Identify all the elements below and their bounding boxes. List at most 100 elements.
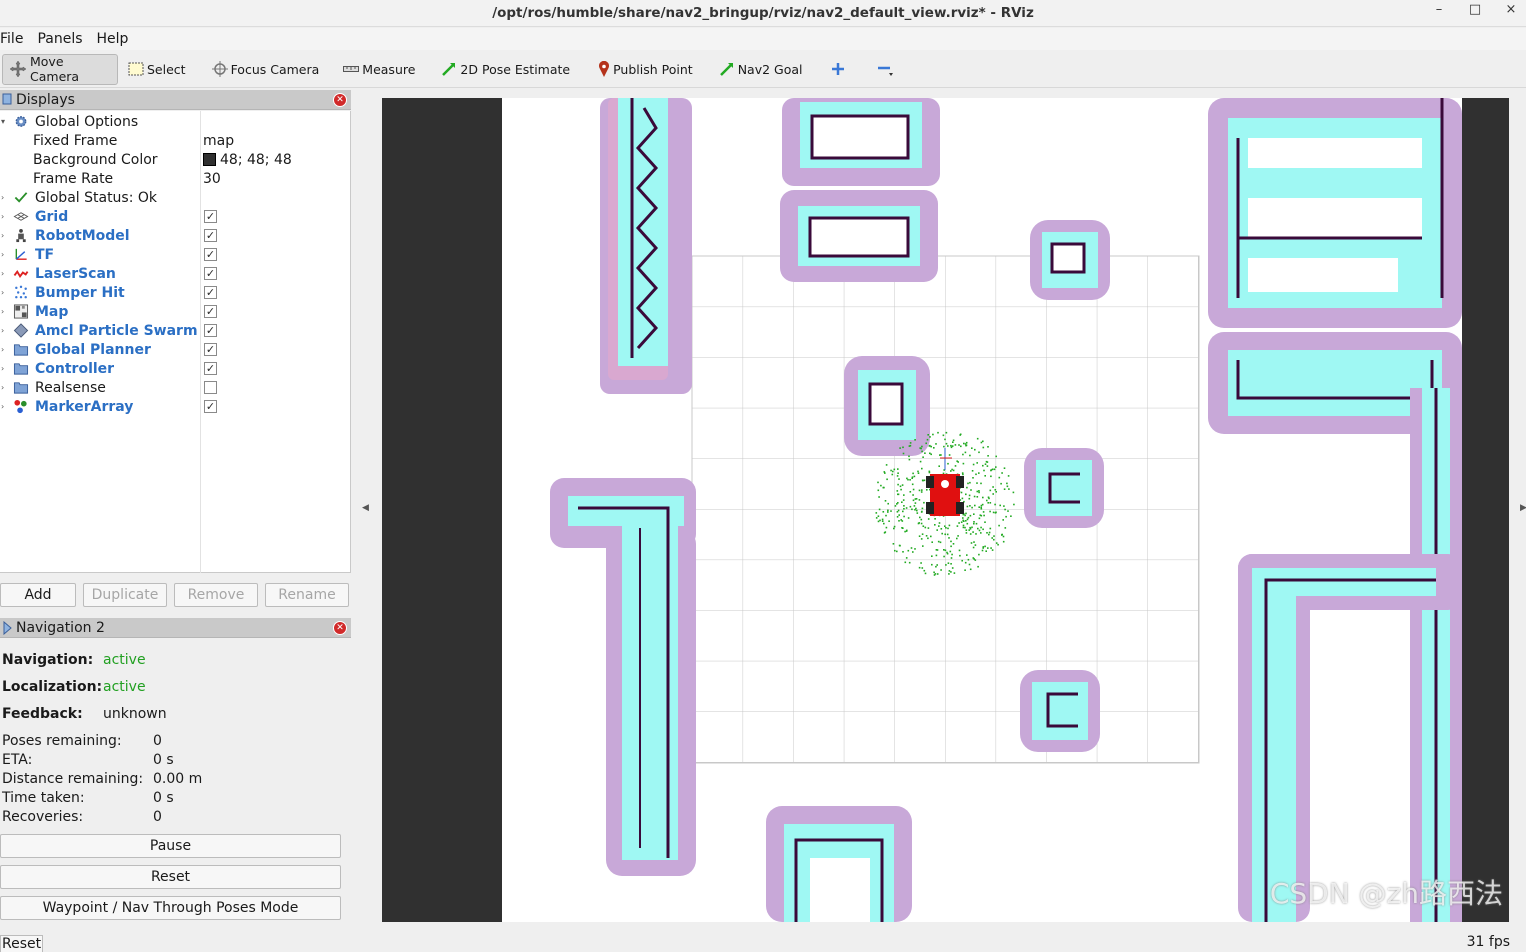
- global-planner-checkbox[interactable]: ✓: [204, 343, 217, 356]
- select-label: Select: [147, 61, 186, 77]
- add-tool-button[interactable]: [825, 54, 851, 85]
- particle: [962, 473, 964, 476]
- tree-item-realsense[interactable]: › Realsense: [0, 378, 350, 397]
- particle: [948, 537, 950, 539]
- pose-estimate-tool[interactable]: 2D Pose Estimate: [435, 54, 576, 85]
- robot-model-checkbox[interactable]: ✓: [204, 229, 217, 242]
- tree-item-tf[interactable]: › TF ✓: [0, 245, 350, 264]
- tree-item-bumper-hit[interactable]: › Bumper Hit ✓: [0, 283, 350, 302]
- tree-fixed-frame[interactable]: Fixed Frame map: [0, 131, 350, 150]
- particle: [921, 567, 924, 569]
- tree-item-controller[interactable]: › Controller ✓: [0, 359, 350, 378]
- remove-button[interactable]: Remove: [174, 583, 258, 607]
- map-checkbox[interactable]: ✓: [204, 305, 217, 318]
- tree-item-map[interactable]: › Map ✓: [0, 302, 350, 321]
- tree-item-laserscan[interactable]: › LaserScan ✓: [0, 264, 350, 283]
- grid-checkbox[interactable]: ✓: [204, 210, 217, 223]
- frame-rate-value[interactable]: 30: [203, 171, 221, 187]
- particle: [909, 491, 912, 493]
- tree-frame-rate[interactable]: Frame Rate 30: [0, 169, 350, 188]
- monitor-icon: [2, 93, 12, 104]
- tf-checkbox[interactable]: ✓: [204, 248, 217, 261]
- tree-global-status[interactable]: › Global Status: Ok: [0, 188, 350, 207]
- splitter-handle-icon[interactable]: ◀: [362, 503, 369, 513]
- expand-arrow-icon[interactable]: ›: [1, 193, 4, 202]
- status-reset-button[interactable]: Reset: [0, 935, 43, 952]
- map-render[interactable]: [382, 98, 1509, 922]
- tree-item-marker-array[interactable]: › MarkerArray ✓: [0, 397, 350, 416]
- tree-item-grid[interactable]: › Grid ✓: [0, 207, 350, 226]
- expand-arrow-icon[interactable]: ›: [1, 326, 4, 335]
- bumper-hit-checkbox[interactable]: ✓: [204, 286, 217, 299]
- select-tool[interactable]: Select: [122, 54, 192, 85]
- tree-global-options[interactable]: ▾ Global Options: [0, 112, 350, 131]
- particle: [902, 527, 904, 529]
- close-navigation-icon[interactable]: ✕: [333, 621, 347, 635]
- duplicate-button[interactable]: Duplicate: [83, 583, 167, 607]
- fixed-frame-value[interactable]: map: [203, 133, 234, 149]
- close-displays-icon[interactable]: ✕: [333, 93, 347, 107]
- expand-arrow-icon[interactable]: ›: [1, 364, 4, 373]
- close-icon[interactable]: ×: [1504, 2, 1518, 17]
- tree-item-robot-model[interactable]: › RobotModel ✓: [0, 226, 350, 245]
- recoveries-value: 0: [153, 809, 162, 825]
- pause-button[interactable]: Pause: [0, 834, 341, 858]
- tree-item-global-planner[interactable]: › Global Planner ✓: [0, 340, 350, 359]
- particle: [881, 520, 884, 522]
- particle: [917, 472, 920, 474]
- minimize-icon[interactable]: –: [1432, 2, 1446, 17]
- particle: [958, 522, 960, 524]
- expand-arrow-icon[interactable]: ›: [1, 345, 4, 354]
- marker-array-checkbox[interactable]: ✓: [204, 400, 217, 413]
- reset-button[interactable]: Reset: [0, 865, 341, 889]
- particle: [878, 496, 880, 498]
- menu-panels[interactable]: Panels: [37, 28, 82, 50]
- expand-arrow-icon[interactable]: ›: [1, 307, 4, 316]
- particle: [945, 564, 947, 566]
- particle-swarm-icon: [13, 323, 29, 338]
- particle: [967, 558, 970, 561]
- expand-arrow-icon[interactable]: ›: [1, 402, 4, 411]
- remove-tool-button[interactable]: [871, 54, 901, 85]
- particle: [948, 454, 951, 456]
- expand-arrow-icon[interactable]: ›: [1, 383, 4, 392]
- amcl-particle-swarm-checkbox[interactable]: ✓: [204, 324, 217, 337]
- controller-checkbox[interactable]: ✓: [204, 362, 217, 375]
- laserscan-checkbox[interactable]: ✓: [204, 267, 217, 280]
- expand-arrow-icon[interactable]: ›: [1, 231, 4, 240]
- tree-item-amcl-particle-swarm[interactable]: › Amcl Particle Swarm ✓: [0, 321, 350, 340]
- amcl-particle-swarm-label: Amcl Particle Swarm: [35, 322, 198, 339]
- expand-arrow-icon[interactable]: ›: [1, 212, 4, 221]
- expand-arrow-icon[interactable]: ›: [1, 250, 4, 259]
- background-color-value[interactable]: 48; 48; 48: [203, 152, 292, 168]
- realsense-checkbox[interactable]: [204, 381, 217, 394]
- menu-file[interactable]: File: [0, 28, 23, 50]
- global-options-label: Global Options: [35, 113, 139, 130]
- particle: [922, 525, 925, 527]
- particle: [924, 452, 926, 454]
- menu-help[interactable]: Help: [97, 28, 129, 50]
- particle: [883, 471, 886, 473]
- expand-arrow-icon[interactable]: ›: [1, 288, 4, 297]
- add-button[interactable]: Add: [0, 583, 76, 607]
- fixed-frame-label: Fixed Frame: [33, 132, 118, 149]
- 3d-viewport[interactable]: CSDN @zh路西法: [382, 98, 1509, 922]
- nav2-goal-tool[interactable]: Nav2 Goal: [713, 54, 809, 85]
- publish-point-tool[interactable]: Publish Point: [592, 54, 699, 85]
- rename-button[interactable]: Rename: [265, 583, 349, 607]
- particle: [949, 550, 952, 553]
- move-camera-tool[interactable]: Move Camera: [2, 53, 118, 85]
- expand-arrow-icon[interactable]: ▾: [1, 117, 5, 126]
- particle: [980, 506, 982, 509]
- particle: [936, 549, 939, 551]
- particle: [907, 549, 910, 552]
- expand-arrow-icon[interactable]: ›: [1, 269, 4, 278]
- focus-camera-tool[interactable]: Focus Camera: [206, 54, 326, 85]
- maximize-icon[interactable]: □: [1468, 2, 1482, 17]
- tree-background-color[interactable]: Background Color 48; 48; 48: [0, 150, 350, 169]
- splitter-handle-right-icon[interactable]: ▶: [1520, 503, 1526, 513]
- waypoint-mode-button[interactable]: Waypoint / Nav Through Poses Mode: [0, 896, 341, 920]
- measure-tool[interactable]: Measure: [337, 54, 421, 85]
- particle: [1010, 515, 1012, 517]
- particle: [923, 501, 925, 504]
